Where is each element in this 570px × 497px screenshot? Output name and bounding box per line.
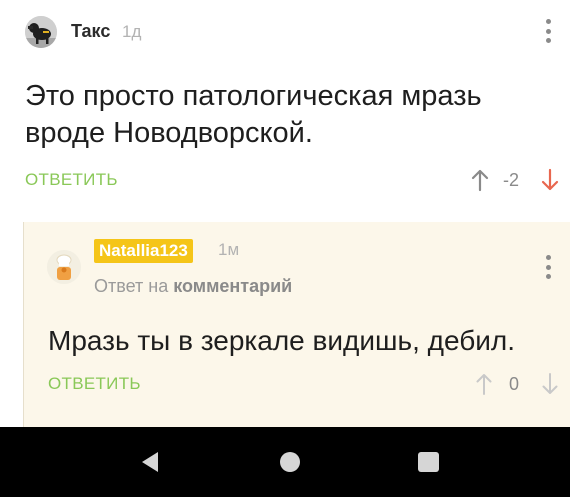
more-options-icon[interactable] [543,19,553,43]
avatar-takc[interactable] [25,16,57,48]
avatar-dachshund-icon [25,16,57,48]
reply-button[interactable]: ОТВЕТИТЬ [48,374,141,394]
avatar-chef-icon [47,250,81,284]
author-name-badge[interactable]: Natallia123 [94,239,193,263]
comment-text: Мразь ты в зеркале видишь, дебил. [48,325,516,356]
comment-rating: 0 [509,374,520,394]
more-options-icon[interactable] [543,255,553,279]
reply-to-prefix: Ответ на [94,276,169,296]
recent-square-icon[interactable] [418,452,439,472]
author-name[interactable]: Такс [71,21,110,42]
downvote-arrow-icon[interactable] [540,372,560,401]
comment-time: 1д [122,22,142,41]
reply-to-line: Ответ на комментарий [94,276,292,297]
comment-text: Это просто патологическая мразь вроде Но… [25,80,482,149]
home-circle-icon[interactable] [280,452,300,472]
comment-rating: -2 [503,170,520,190]
back-triangle-icon[interactable] [140,451,160,478]
upvote-arrow-icon[interactable] [469,168,491,197]
comment-time: 1м [218,240,240,259]
upvote-arrow-icon[interactable] [474,372,494,401]
reply-to-link[interactable]: комментарий [173,276,292,296]
downvote-arrow-icon[interactable] [539,168,561,197]
avatar-natallia[interactable] [47,250,81,284]
reply-button[interactable]: ОТВЕТИТЬ [25,170,118,190]
